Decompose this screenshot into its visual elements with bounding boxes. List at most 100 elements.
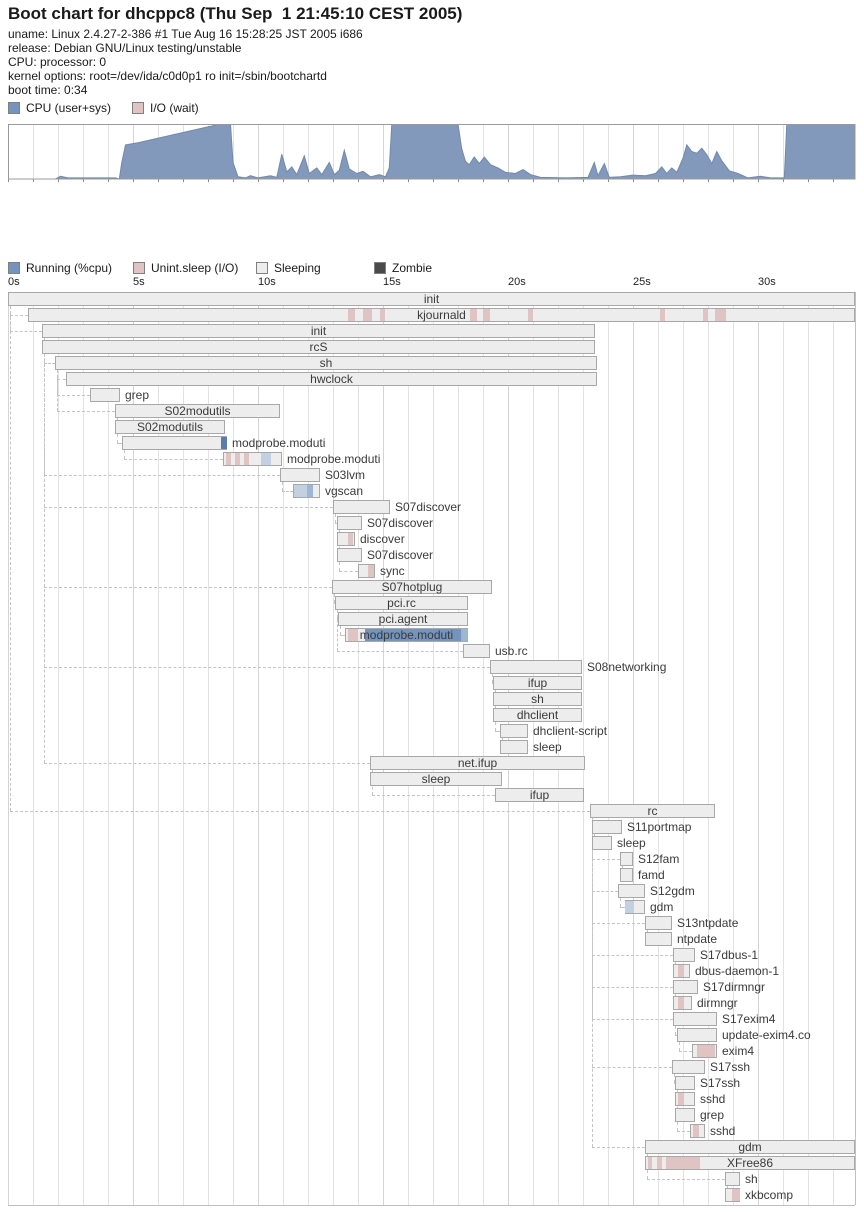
process-bar (692, 1044, 717, 1058)
process-label: S03lvm (325, 468, 365, 482)
process-segment-io (678, 997, 684, 1009)
process-label: S17dbus-1 (700, 948, 758, 962)
process-label: S17dirmngr (703, 980, 765, 994)
grid-line (233, 292, 234, 1205)
grid-line (58, 292, 59, 1205)
grid-line (283, 292, 284, 1205)
tree-connector-horizontal (10, 315, 28, 316)
grid-line (833, 292, 834, 1205)
process-segment-io (244, 453, 249, 465)
process-label: grep (125, 388, 149, 402)
tree-connector-vertical (592, 818, 593, 1147)
process-label: modprobe.moduti (345, 628, 468, 642)
process-label: S12fam (638, 852, 679, 866)
tree-connector-horizontal (337, 651, 463, 652)
process-label: pci.rc (335, 596, 468, 610)
grid-line (8, 292, 9, 1205)
process-bar (463, 644, 490, 658)
grid-line (33, 292, 34, 1205)
process-bar (645, 916, 672, 930)
process-label: gdm (645, 1140, 855, 1154)
process-label: S17exim4 (722, 1012, 775, 1026)
process-bar (337, 532, 355, 546)
process-label: sh (493, 692, 582, 706)
grid-line (483, 292, 484, 1205)
process-segment-io (693, 1125, 699, 1137)
process-segment-io (226, 453, 231, 465)
tree-connector-vertical (339, 562, 340, 571)
process-label: hwclock (66, 372, 597, 386)
grid-line (658, 292, 659, 1205)
process-bar (293, 484, 320, 498)
process-label: sleep (617, 836, 646, 850)
process-gantt-chart: initkjournaldinitrcSshhwclockgrepS02modu… (0, 0, 864, 1212)
process-label: S17ssh (710, 1060, 750, 1074)
tree-connector-horizontal (124, 459, 223, 460)
process-bar (677, 1028, 717, 1042)
process-bar (333, 500, 390, 514)
tree-connector-horizontal (592, 923, 645, 924)
process-bar (690, 1124, 705, 1138)
process-segment-runl (294, 485, 307, 497)
process-label: S08networking (587, 660, 666, 674)
process-bar (620, 868, 633, 882)
process-label: S02modutils (115, 420, 225, 434)
tree-connector-horizontal (44, 763, 370, 764)
grid-line (758, 292, 759, 1205)
process-bar (675, 1092, 695, 1106)
process-label: S12gdm (650, 884, 695, 898)
process-segment-rund (221, 437, 227, 449)
process-bar (645, 932, 672, 946)
process-label: init (42, 324, 595, 338)
tree-connector-horizontal (592, 891, 618, 892)
process-bar (500, 724, 528, 738)
tree-connector-horizontal (57, 411, 115, 412)
tree-connector-horizontal (592, 1067, 672, 1068)
process-label: xkbcomp (745, 1188, 793, 1202)
process-bar (673, 996, 692, 1010)
tree-connector-horizontal (592, 1147, 645, 1148)
grid-line (708, 292, 709, 1205)
tree-connector-vertical (117, 434, 118, 443)
grid-line (108, 292, 109, 1205)
tree-connector-horizontal (10, 331, 42, 332)
tree-connector-horizontal (44, 587, 332, 588)
process-label: grep (700, 1108, 724, 1122)
process-bar (592, 820, 622, 834)
tree-connector-vertical (57, 370, 58, 411)
grid-line (308, 292, 309, 1205)
process-segment-io (697, 1045, 715, 1057)
process-label: S07discover (367, 516, 433, 530)
process-label: dbus-daemon-1 (695, 964, 779, 978)
grid-line (808, 292, 809, 1205)
tree-connector-horizontal (372, 795, 495, 796)
tree-connector-vertical (124, 450, 125, 459)
tree-connector-vertical (679, 1042, 680, 1051)
grid-line (855, 292, 856, 1205)
grid-line (383, 292, 384, 1205)
process-segment-io (678, 965, 684, 977)
tree-connector-horizontal (592, 859, 620, 860)
bootchart-page: Boot chart for dhcppc8 (Thu Sep 1 21:45:… (0, 0, 864, 1212)
process-label: S07discover (395, 500, 461, 514)
process-label: S11portmap (627, 820, 691, 834)
process-bar (673, 964, 690, 978)
process-label: ifup (493, 676, 582, 690)
process-segment-io (368, 565, 374, 577)
tree-connector-horizontal (10, 811, 590, 812)
grid-line (433, 292, 434, 1205)
process-label: sh (745, 1172, 758, 1186)
process-label: sh (55, 356, 597, 370)
process-label: S17ssh (700, 1076, 740, 1090)
process-label: net.ifup (370, 756, 585, 770)
tree-connector-vertical (620, 898, 621, 907)
process-label: ntpdate (677, 932, 717, 946)
tree-connector-vertical (647, 1170, 648, 1179)
tree-connector-vertical (675, 1026, 676, 1035)
process-segment-io (348, 533, 353, 545)
process-bar (490, 660, 582, 674)
tree-connector-vertical (495, 722, 496, 731)
tree-connector-vertical (282, 482, 283, 491)
process-label: dhclient (493, 708, 582, 722)
process-label: sleep (370, 772, 502, 786)
